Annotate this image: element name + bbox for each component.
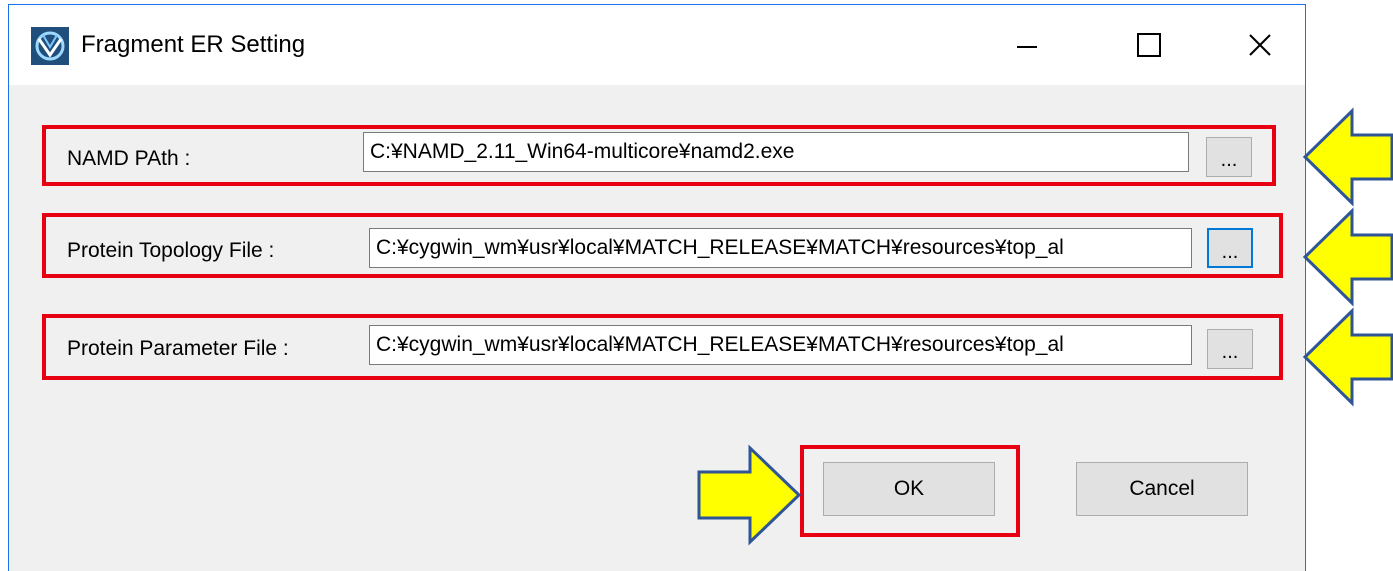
- close-icon: [1249, 34, 1271, 56]
- minimize-icon: [1017, 46, 1037, 48]
- maximize-button[interactable]: [1114, 17, 1184, 73]
- parameter-file-label: Protein Parameter File :: [67, 337, 289, 360]
- arrow-left-icon: [1302, 207, 1393, 307]
- title-bar[interactable]: Fragment ER Setting: [9, 5, 1305, 85]
- app-icon: [31, 27, 69, 65]
- namd-path-browse-button[interactable]: ...: [1206, 137, 1252, 177]
- namd-path-label: NAMD PAth :: [67, 147, 191, 170]
- topology-file-input[interactable]: C:¥cygwin_wm¥usr¥local¥MATCH_RELEASE¥MAT…: [369, 228, 1192, 268]
- maximize-icon: [1137, 33, 1161, 57]
- topology-file-label: Protein Topology File :: [67, 239, 275, 262]
- namd-path-input[interactable]: C:¥NAMD_2.11_Win64-multicore¥namd2.exe: [363, 132, 1189, 172]
- arrow-left-icon: [1302, 107, 1393, 207]
- arrow-left-icon: [1302, 307, 1393, 407]
- parameter-file-input[interactable]: C:¥cygwin_wm¥usr¥local¥MATCH_RELEASE¥MAT…: [369, 325, 1192, 365]
- minimize-button[interactable]: [992, 17, 1062, 73]
- topology-file-browse-button[interactable]: ...: [1207, 228, 1253, 268]
- dialog-window: Fragment ER Setting NAMD PAth : C:¥NAMD_…: [8, 4, 1306, 571]
- arrow-right-icon: [697, 444, 802, 546]
- ok-button[interactable]: OK: [823, 462, 995, 516]
- window-title: Fragment ER Setting: [81, 31, 306, 58]
- cancel-button[interactable]: Cancel: [1076, 462, 1248, 516]
- close-button[interactable]: [1225, 17, 1295, 73]
- parameter-file-browse-button[interactable]: ...: [1207, 329, 1253, 369]
